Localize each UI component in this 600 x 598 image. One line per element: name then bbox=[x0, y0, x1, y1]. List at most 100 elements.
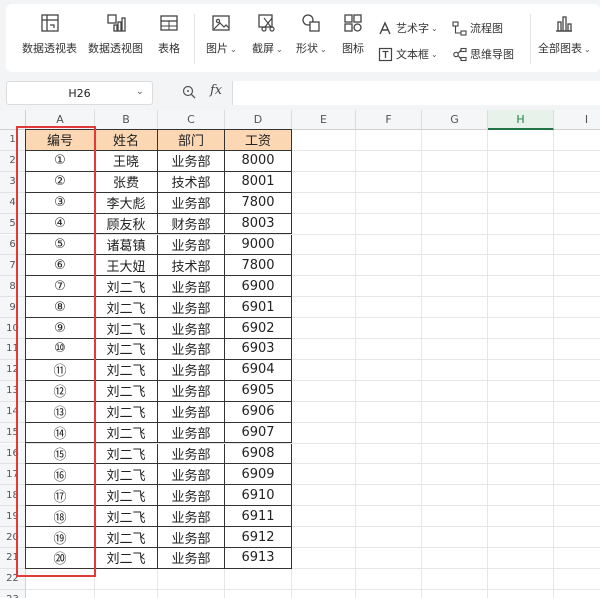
table-cell[interactable]: 6905 bbox=[225, 380, 292, 402]
table-cell[interactable]: 6900 bbox=[225, 276, 292, 298]
icons-button[interactable]: 图标 bbox=[342, 12, 364, 56]
table-cell[interactable]: 刘二飞 bbox=[95, 339, 158, 360]
table-cell[interactable]: ③ bbox=[26, 192, 95, 214]
column-header-i[interactable]: I bbox=[554, 110, 600, 130]
table-cell[interactable]: 技术部 bbox=[158, 255, 225, 277]
table-cell[interactable]: 王大妞 bbox=[95, 255, 158, 277]
table-header-cell[interactable]: 编号 bbox=[26, 130, 95, 151]
table-cell[interactable]: 刘二飞 bbox=[95, 464, 158, 486]
table-cell[interactable]: 业务部 bbox=[158, 192, 225, 214]
table-cell[interactable]: 业务部 bbox=[158, 464, 225, 486]
table-cell[interactable]: ⑯ bbox=[26, 464, 95, 486]
table-cell[interactable]: 财务部 bbox=[158, 213, 225, 235]
table-header-cell[interactable]: 姓名 bbox=[95, 130, 158, 151]
table-cell[interactable]: 6912 bbox=[225, 527, 292, 548]
row-header[interactable]: 16 bbox=[0, 443, 26, 465]
column-header-a[interactable]: A bbox=[26, 110, 95, 130]
pivot-chart-button[interactable]: 数据透视图 bbox=[88, 12, 143, 56]
table-cell[interactable]: ⑦ bbox=[26, 276, 95, 298]
row-header[interactable]: 10 bbox=[0, 318, 26, 339]
pivot-table-button[interactable]: 数据透视表 bbox=[22, 12, 77, 56]
table-cell[interactable]: 业务部 bbox=[158, 318, 225, 339]
table-cell[interactable]: ⑪ bbox=[26, 359, 95, 381]
table-cell[interactable]: 6907 bbox=[225, 422, 292, 444]
row-header[interactable]: 2 bbox=[0, 150, 26, 172]
row-header[interactable]: 9 bbox=[0, 297, 26, 319]
row-header[interactable]: 4 bbox=[0, 192, 26, 214]
row-header[interactable]: 20 bbox=[0, 527, 26, 548]
table-button[interactable]: 表格 bbox=[158, 12, 180, 56]
column-header-g[interactable]: G bbox=[422, 110, 488, 130]
shapes-button[interactable]: 形状 ⌄ bbox=[296, 12, 327, 56]
table-cell[interactable]: 刘二飞 bbox=[95, 380, 158, 402]
table-cell[interactable]: ⑳ bbox=[26, 548, 95, 569]
chevron-down-icon[interactable]: ⌄ bbox=[136, 86, 144, 97]
table-cell[interactable]: ⑱ bbox=[26, 506, 95, 528]
table-cell[interactable]: ④ bbox=[26, 213, 95, 235]
table-cell[interactable]: ⑨ bbox=[26, 318, 95, 339]
row-header[interactable]: 11 bbox=[0, 339, 26, 360]
textbox-button[interactable]: 文本框 ⌄ bbox=[378, 46, 438, 62]
column-header-h[interactable]: H bbox=[488, 110, 554, 130]
table-cell[interactable]: 业务部 bbox=[158, 506, 225, 528]
table-cell[interactable]: 6904 bbox=[225, 359, 292, 381]
table-cell[interactable]: 业务部 bbox=[158, 276, 225, 298]
table-cell[interactable]: 刘二飞 bbox=[95, 506, 158, 528]
row-header[interactable]: 22 bbox=[0, 568, 26, 590]
table-cell[interactable]: ⑬ bbox=[26, 401, 95, 423]
table-cell[interactable]: 刘二飞 bbox=[95, 318, 158, 339]
zoom-icon[interactable] bbox=[182, 85, 196, 99]
table-cell[interactable]: 王晓 bbox=[95, 150, 158, 172]
mindmap-button[interactable]: 思维导图 bbox=[452, 46, 514, 62]
row-header[interactable]: 1 bbox=[0, 130, 26, 151]
column-header-b[interactable]: B bbox=[95, 110, 158, 130]
table-cell[interactable]: 业务部 bbox=[158, 443, 225, 465]
table-cell[interactable]: ⑫ bbox=[26, 380, 95, 402]
row-header[interactable]: 19 bbox=[0, 506, 26, 528]
table-cell[interactable]: 8003 bbox=[225, 213, 292, 235]
row-header[interactable]: 21 bbox=[0, 548, 26, 569]
table-cell[interactable]: 顾友秋 bbox=[95, 213, 158, 235]
table-cell[interactable]: 刘二飞 bbox=[95, 297, 158, 319]
table-header-cell[interactable]: 工资 bbox=[225, 130, 292, 151]
row-header[interactable]: 12 bbox=[0, 359, 26, 381]
table-cell[interactable]: 张费 bbox=[95, 171, 158, 193]
row-header[interactable]: 3 bbox=[0, 171, 26, 193]
name-box[interactable]: H26 ⌄ bbox=[6, 81, 153, 105]
table-cell[interactable]: 6911 bbox=[225, 506, 292, 528]
select-all-corner[interactable] bbox=[0, 110, 26, 130]
table-cell[interactable]: 6902 bbox=[225, 318, 292, 339]
table-cell[interactable]: ⑧ bbox=[26, 297, 95, 319]
table-cell[interactable]: 业务部 bbox=[158, 401, 225, 423]
row-header[interactable]: 17 bbox=[0, 464, 26, 486]
table-cell[interactable]: 6901 bbox=[225, 297, 292, 319]
table-cell[interactable]: 8000 bbox=[225, 150, 292, 172]
table-cell[interactable]: 刘二飞 bbox=[95, 548, 158, 569]
table-cell[interactable]: 刘二飞 bbox=[95, 422, 158, 444]
table-cell[interactable]: 业务部 bbox=[158, 485, 225, 507]
table-cell[interactable]: ⑲ bbox=[26, 527, 95, 548]
row-header[interactable]: 18 bbox=[0, 485, 26, 507]
table-cell[interactable]: 6903 bbox=[225, 339, 292, 360]
table-cell[interactable]: 诸葛镇 bbox=[95, 234, 158, 256]
column-header-d[interactable]: D bbox=[225, 110, 292, 130]
table-cell[interactable]: ⑰ bbox=[26, 485, 95, 507]
row-header[interactable]: 14 bbox=[0, 401, 26, 423]
table-cell[interactable]: 6913 bbox=[225, 548, 292, 569]
row-header[interactable]: 8 bbox=[0, 276, 26, 298]
table-cell[interactable]: 业务部 bbox=[158, 422, 225, 444]
table-cell[interactable]: 业务部 bbox=[158, 297, 225, 319]
table-cell[interactable]: 业务部 bbox=[158, 527, 225, 548]
table-cell[interactable]: 9000 bbox=[225, 234, 292, 256]
table-cell[interactable]: 业务部 bbox=[158, 359, 225, 381]
table-cell[interactable]: ⑥ bbox=[26, 255, 95, 277]
table-cell[interactable]: ⑤ bbox=[26, 234, 95, 256]
table-cell[interactable]: 6908 bbox=[225, 443, 292, 465]
table-cell[interactable]: 6910 bbox=[225, 485, 292, 507]
table-cell[interactable]: ⑮ bbox=[26, 443, 95, 465]
row-header[interactable]: 6 bbox=[0, 234, 26, 256]
table-cell[interactable]: 6909 bbox=[225, 464, 292, 486]
table-header-cell[interactable]: 部门 bbox=[158, 130, 225, 151]
table-cell[interactable]: ① bbox=[26, 150, 95, 172]
row-header[interactable]: 13 bbox=[0, 380, 26, 402]
